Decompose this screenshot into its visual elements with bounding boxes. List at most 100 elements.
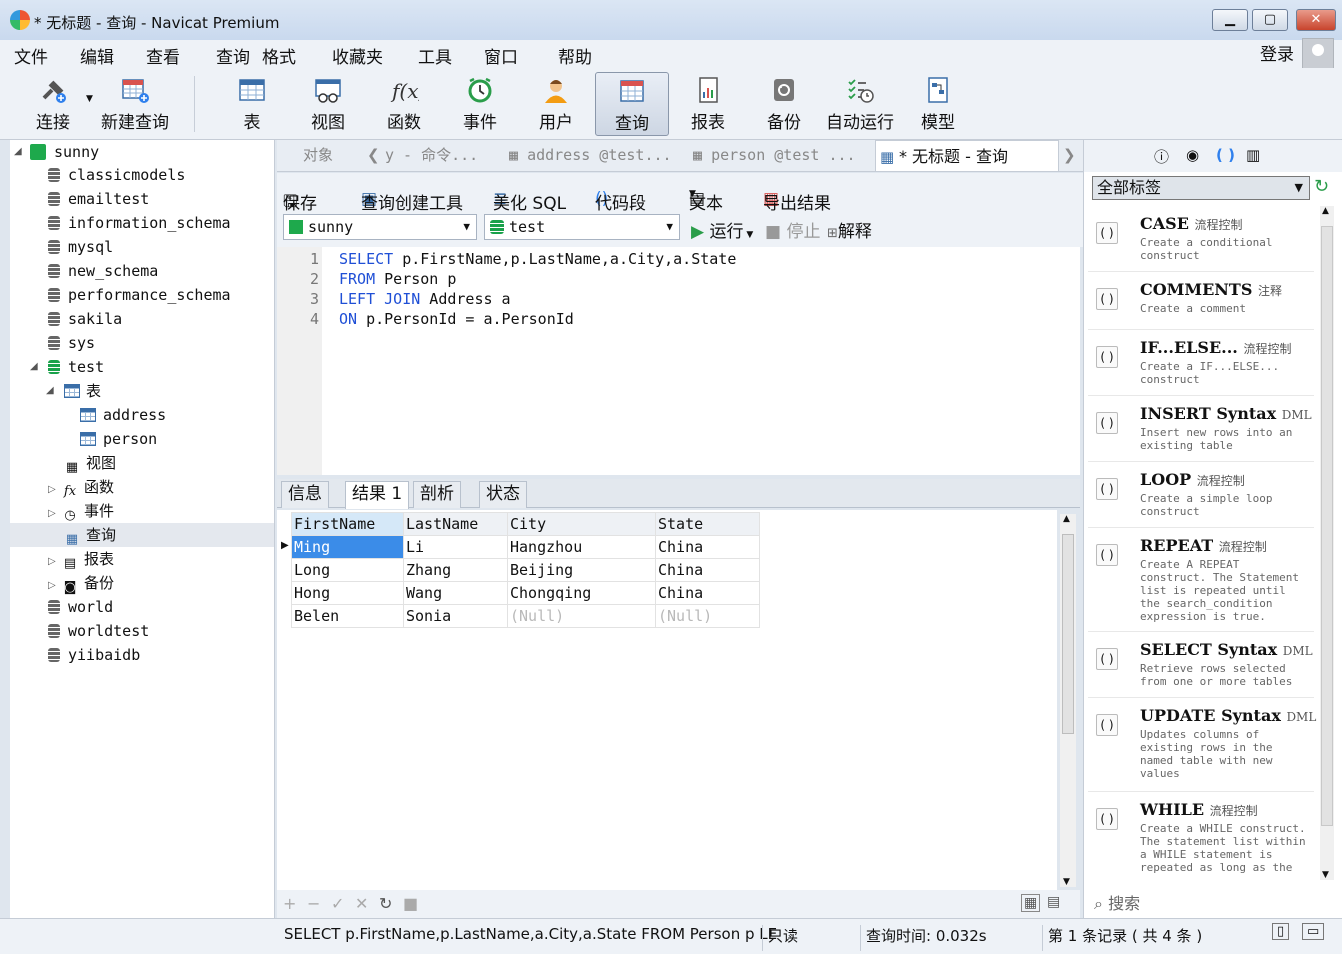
table-cell[interactable]: Belen bbox=[291, 604, 404, 628]
menu-file[interactable]: 文件 bbox=[14, 43, 48, 68]
tab-info[interactable]: 信息 bbox=[281, 481, 329, 508]
scroll-up-icon[interactable]: ▲ bbox=[1063, 514, 1070, 524]
expand-icon[interactable]: ▷ bbox=[48, 557, 62, 567]
tree-db-performance-schema[interactable]: performance_schema bbox=[48, 283, 231, 307]
grid-mode-icon[interactable]: ▯ bbox=[1272, 923, 1290, 940]
grid-scrollbar[interactable]: ▲ ▼ bbox=[1060, 514, 1076, 887]
run-button[interactable]: ▶ 运行 ▼ bbox=[691, 217, 753, 242]
report-button[interactable]: 报表 bbox=[678, 72, 738, 136]
table-cell[interactable]: Li bbox=[403, 535, 508, 559]
tree-db-new-schema[interactable]: new_schema bbox=[48, 259, 158, 283]
column-header-firstname[interactable]: FirstName bbox=[291, 512, 404, 536]
menu-edit[interactable]: 编辑 bbox=[80, 43, 114, 68]
snippet-item-select[interactable]: ( ) SELECT Syntax DML Retrieve rows sele… bbox=[1088, 632, 1314, 698]
snippet-item-if-else[interactable]: ( ) IF...ELSE... 流程控制 Create a IF...ELSE… bbox=[1088, 330, 1314, 396]
event-button[interactable]: 事件 bbox=[450, 72, 510, 136]
table-cell[interactable]: Ming bbox=[291, 535, 404, 559]
menu-window[interactable]: 窗口 bbox=[484, 43, 518, 68]
menu-help[interactable]: 帮助 bbox=[558, 43, 592, 68]
tab-person[interactable]: ▦ person @test ... bbox=[693, 140, 856, 171]
collapse-icon[interactable]: ◢ bbox=[30, 362, 40, 372]
backup-button[interactable]: 备份 bbox=[754, 72, 814, 136]
table-cell[interactable]: Hong bbox=[291, 581, 404, 605]
stop-icon[interactable]: ■ bbox=[403, 894, 418, 913]
tab-result-1[interactable]: 结果 1 bbox=[345, 481, 410, 509]
info-icon[interactable]: ⓘ bbox=[1154, 146, 1169, 167]
form-mode-icon[interactable]: ▭ bbox=[1302, 923, 1325, 940]
login-link[interactable]: 登录 bbox=[1260, 40, 1294, 65]
tab-status[interactable]: 状态 bbox=[479, 481, 527, 508]
expand-icon[interactable]: ▷ bbox=[48, 509, 62, 519]
tree-db-mysql[interactable]: mysql bbox=[48, 235, 113, 259]
avatar[interactable] bbox=[1302, 38, 1334, 70]
database-select[interactable]: test ▼ bbox=[484, 214, 680, 240]
refresh-icon[interactable]: ↻ bbox=[379, 894, 392, 913]
auto-run-button[interactable]: 自动运行 bbox=[822, 72, 898, 136]
expand-icon[interactable]: ▷ bbox=[48, 581, 62, 591]
maximize-button[interactable]: ▢ bbox=[1252, 9, 1288, 31]
minimize-button[interactable]: ▁ bbox=[1212, 9, 1248, 31]
add-record-icon[interactable]: + bbox=[283, 894, 296, 913]
table-row[interactable]: Hong Wang Chongqing China bbox=[291, 581, 760, 605]
eye-icon[interactable]: ◉ bbox=[1186, 146, 1199, 164]
close-button[interactable]: ✕ bbox=[1296, 9, 1336, 31]
scroll-thumb[interactable] bbox=[1321, 226, 1333, 826]
snippet-scrollbar[interactable]: ▲ ▼ bbox=[1320, 206, 1334, 880]
scroll-down-icon[interactable]: ▼ bbox=[1322, 870, 1329, 880]
stop-button[interactable]: ■ 停止 bbox=[765, 217, 820, 242]
new-query-button[interactable]: 新建查询 bbox=[98, 72, 172, 136]
table-cell-null[interactable]: (Null) bbox=[655, 604, 760, 628]
result-grid[interactable]: ▶ FirstName LastName City State Ming Li … bbox=[277, 510, 1057, 890]
table-cell[interactable]: Zhang bbox=[403, 558, 508, 582]
menu-format[interactable]: 格式 bbox=[262, 43, 296, 68]
sql-editor[interactable]: 1 2 3 4 SELECT p.FirstName,p.LastName,a.… bbox=[277, 247, 1080, 475]
tree-db-classicmodels[interactable]: classicmodels bbox=[48, 163, 185, 187]
column-header-lastname[interactable]: LastName bbox=[403, 512, 508, 536]
table-cell[interactable]: Sonia bbox=[403, 604, 508, 628]
snippet-search[interactable]: ⌕ 搜索 bbox=[1084, 890, 1342, 918]
tree-folder-reports[interactable]: ▷ ▤ 报表 bbox=[48, 547, 114, 571]
table-cell[interactable]: China bbox=[655, 558, 760, 582]
table-cell[interactable]: Long bbox=[291, 558, 404, 582]
tab-scroll-right-icon[interactable]: ❯ bbox=[1063, 140, 1076, 171]
snippet-item-insert[interactable]: ( ) INSERT Syntax DML Insert new rows in… bbox=[1088, 396, 1314, 462]
explain-button[interactable]: ⊞解释 bbox=[827, 217, 872, 242]
tab-objects[interactable]: 对象 bbox=[303, 140, 333, 171]
tree-table-person[interactable]: person bbox=[80, 427, 157, 451]
table-row[interactable]: Ming Li Hangzhou China bbox=[291, 535, 760, 559]
collapse-icon[interactable]: ◢ bbox=[46, 386, 56, 396]
tree-db-worldtest[interactable]: worldtest bbox=[48, 619, 149, 643]
tab-scroll-left-icon[interactable]: ❮ bbox=[367, 140, 380, 171]
tree-db-world[interactable]: world bbox=[48, 595, 113, 619]
tree-folder-views[interactable]: ▦ 视图 bbox=[64, 451, 116, 475]
grid-view-icon[interactable]: ▦ bbox=[1021, 894, 1041, 912]
tab-address[interactable]: ▦ address @test... bbox=[509, 140, 672, 171]
model-button[interactable]: 模型 bbox=[908, 72, 968, 136]
tree-db-sys[interactable]: sys bbox=[48, 331, 95, 355]
tree-folder-queries[interactable]: ▦ 查询 bbox=[10, 523, 274, 547]
table-cell[interactable]: Hangzhou bbox=[507, 535, 656, 559]
column-header-state[interactable]: State bbox=[655, 512, 760, 536]
scroll-thumb[interactable] bbox=[1062, 534, 1074, 734]
menu-tools[interactable]: 工具 bbox=[418, 43, 452, 68]
delete-record-icon[interactable]: − bbox=[307, 894, 320, 913]
function-button[interactable]: f(x) 函数 bbox=[374, 72, 434, 136]
user-button[interactable]: 用户 bbox=[526, 72, 586, 136]
tree-db-emailtest[interactable]: emailtest bbox=[48, 187, 149, 211]
table-cell-null[interactable]: (Null) bbox=[507, 604, 656, 628]
column-header-city[interactable]: City bbox=[507, 512, 656, 536]
table-cell[interactable]: Beijing bbox=[507, 558, 656, 582]
connect-dropdown-icon[interactable]: ▼ bbox=[86, 94, 93, 104]
snippet-item-while[interactable]: ( ) WHILE 流程控制 Create a WHILE construct.… bbox=[1088, 792, 1314, 878]
tab-profile[interactable]: 剖析 bbox=[413, 481, 461, 508]
apply-changes-icon[interactable]: ✓ bbox=[331, 894, 344, 913]
layout-icon[interactable]: ▥ bbox=[1246, 146, 1260, 164]
snippet-item-repeat[interactable]: ( ) REPEAT 流程控制 Create A REPEAT construc… bbox=[1088, 528, 1314, 632]
collapse-icon[interactable]: ◢ bbox=[14, 147, 24, 157]
snippet-item-case[interactable]: ( ) CASE 流程控制 Create a conditional const… bbox=[1088, 206, 1314, 272]
table-row[interactable]: Long Zhang Beijing China bbox=[291, 558, 760, 582]
add-snippet-icon[interactable]: ↻ bbox=[1314, 176, 1329, 197]
table-cell[interactable]: China bbox=[655, 535, 760, 559]
tree-db-sakila[interactable]: sakila bbox=[48, 307, 122, 331]
tab-command[interactable]: y - 命令... bbox=[385, 140, 478, 171]
